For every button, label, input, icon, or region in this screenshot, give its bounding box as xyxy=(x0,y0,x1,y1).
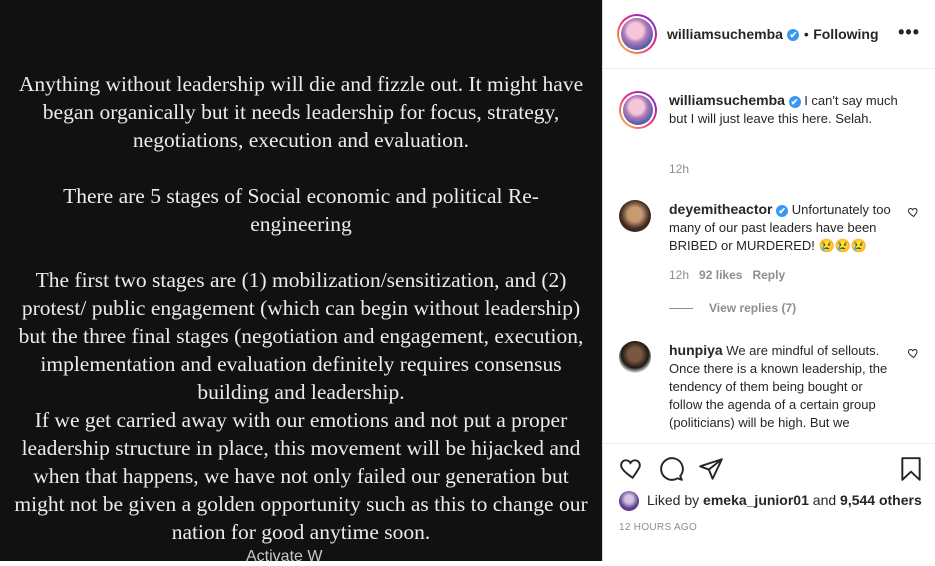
comment-time[interactable]: 12h xyxy=(669,268,689,282)
post-image-line: might not be given a golden opportunity … xyxy=(14,492,588,516)
verified-badge-icon: ✔ xyxy=(788,95,801,108)
post-sidebar: williamsuchemba ✔ • Following ••• willia… xyxy=(602,0,935,561)
post-image-line: The first two stages are (1) mobilizatio… xyxy=(35,268,567,292)
post-image-line: If we get carried away with our emotions… xyxy=(34,408,568,432)
view-replies-label: View replies (7) xyxy=(709,301,797,315)
post-header: williamsuchemba ✔ • Following ••• xyxy=(603,0,935,69)
post-image-line: There are 5 stages of Social economic an… xyxy=(63,184,539,208)
caption-username[interactable]: williamsuchemba xyxy=(669,92,785,108)
post-image-line: nation for good anytime soon. xyxy=(171,520,431,544)
commenter-avatar[interactable] xyxy=(619,200,651,232)
post-image-line: began organically but it needs leadershi… xyxy=(42,100,560,124)
liked-by-user[interactable]: emeka_junior01 xyxy=(703,492,809,508)
replies-dash xyxy=(669,308,693,310)
view-replies-button[interactable]: View replies (7) xyxy=(669,301,796,315)
author-username[interactable]: williamsuchemba xyxy=(667,26,783,42)
post-image-text: Anything without leadership will die and… xyxy=(0,70,602,546)
comment-like-heart-icon[interactable] xyxy=(907,347,919,359)
post-image[interactable]: Anything without leadership will die and… xyxy=(0,0,602,561)
comment-likes[interactable]: 92 likes xyxy=(699,268,742,282)
share-icon[interactable] xyxy=(698,456,724,482)
bookmark-icon[interactable] xyxy=(898,456,924,482)
post-timestamp[interactable]: 12 HOURS AGO xyxy=(619,522,697,533)
caption-time[interactable]: 12h xyxy=(669,162,689,176)
caption-avatar[interactable] xyxy=(619,91,657,129)
post-image-line: engineering xyxy=(250,212,352,236)
liked-by-avatar[interactable] xyxy=(619,491,639,511)
following-button[interactable]: Following xyxy=(813,26,878,42)
comment-meta: 12h 92 likes Reply xyxy=(669,268,785,282)
post-image-line xyxy=(0,238,602,266)
post-image-line: protest/ public engagement (which can be… xyxy=(21,296,581,320)
separator-dot: • xyxy=(803,26,809,42)
liked-by-prefix: Liked by xyxy=(647,492,700,508)
verified-badge-icon: ✔ xyxy=(776,204,789,217)
commenter-username[interactable]: deyemitheactor xyxy=(669,201,772,217)
post-image-line: when that happens, we have not only fail… xyxy=(33,464,569,488)
heart-icon[interactable] xyxy=(618,456,644,482)
comment-reply-button[interactable]: Reply xyxy=(752,268,785,282)
post-image-line: leadership structure in place, this move… xyxy=(21,436,581,460)
post-image-line: Anything without leadership will die and… xyxy=(18,72,584,96)
liked-by-others[interactable]: 9,544 others xyxy=(840,492,922,508)
commenter-username[interactable]: hunpiya xyxy=(669,342,723,358)
post-image-line: implementation and evaluation definitely… xyxy=(40,352,562,376)
instagram-post-view: Anything without leadership will die and… xyxy=(0,0,935,565)
more-options-icon[interactable]: ••• xyxy=(898,22,920,43)
post-image-line xyxy=(0,154,602,182)
comment-icon[interactable] xyxy=(658,456,684,482)
post-image-line: but the three final stages (negotiation … xyxy=(18,324,584,348)
post-image-line: negotiations, execution and evaluation. xyxy=(132,128,470,152)
verified-badge-icon: ✔ xyxy=(787,28,800,41)
comments-list[interactable]: williamsuchemba ✔ I can't say much but I… xyxy=(603,69,935,443)
post-actions: Liked by emeka_junior01 and 9,544 others… xyxy=(603,443,935,561)
comment-like-heart-icon[interactable] xyxy=(907,206,919,218)
comment-text-block: deyemitheactor ✔ Unfortunately too many … xyxy=(669,200,899,255)
caption-text-block: williamsuchemba ✔ I can't say much but I… xyxy=(669,91,899,128)
activate-windows-watermark: Activate W xyxy=(246,548,323,565)
post-image-line: building and leadership. xyxy=(197,380,405,404)
liked-by-line: Liked by emeka_junior01 and 9,544 others xyxy=(647,492,922,508)
author-avatar[interactable] xyxy=(617,14,657,54)
comment-text-block: hunpiya We are mindful of sellouts. Once… xyxy=(669,341,899,432)
commenter-avatar[interactable] xyxy=(619,341,651,373)
liked-by-and: and xyxy=(812,492,837,508)
